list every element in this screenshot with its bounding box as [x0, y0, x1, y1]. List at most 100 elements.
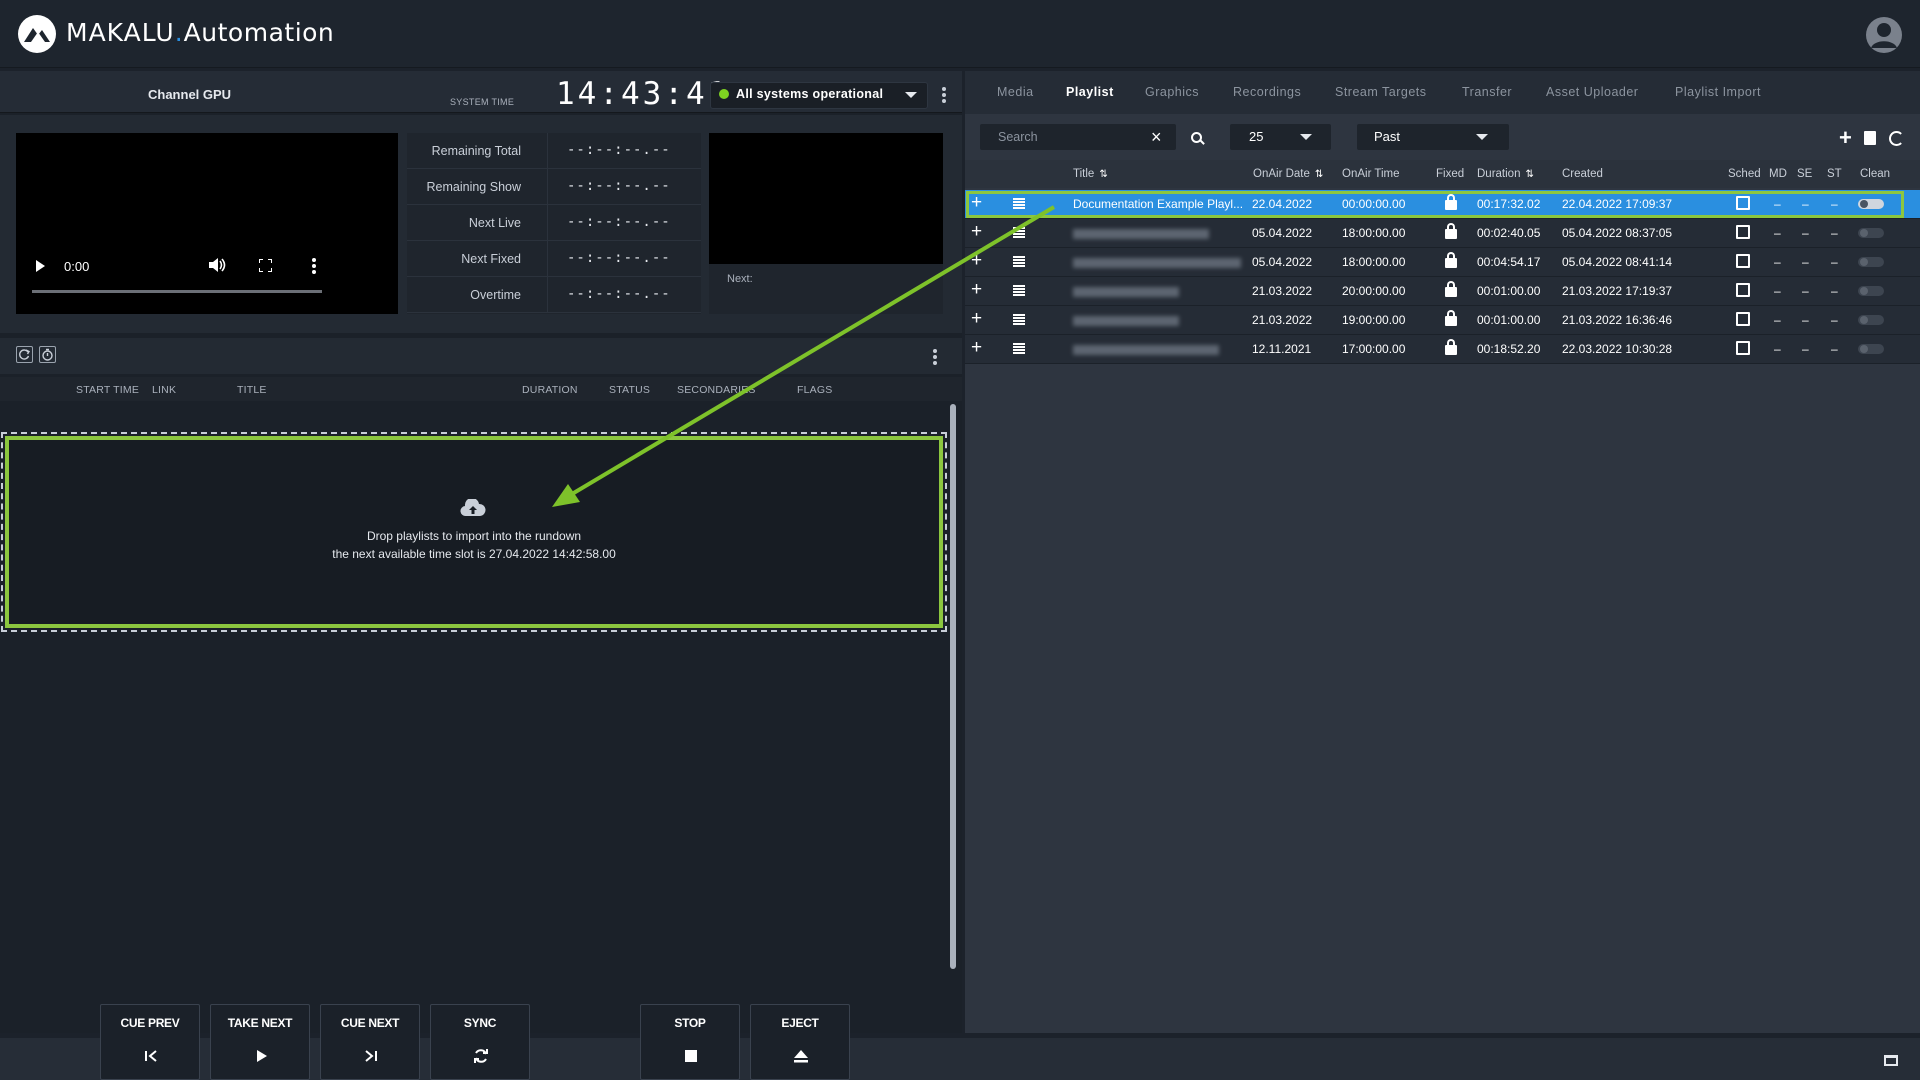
list-icon[interactable] [1013, 314, 1025, 325]
chevron-down-icon[interactable] [1300, 134, 1312, 140]
lock-icon[interactable] [1445, 339, 1457, 355]
eject-button[interactable]: EJECT [750, 1004, 850, 1080]
row-duration: 00:02:40.05 [1477, 226, 1541, 240]
add-playlist-icon[interactable]: + [1839, 127, 1852, 149]
col-link[interactable]: LINK [152, 384, 176, 396]
sort-icon[interactable]: ⇅ [1099, 169, 1107, 180]
lock-icon[interactable] [1445, 281, 1457, 297]
clean-toggle[interactable] [1858, 315, 1884, 325]
col-clean[interactable]: Clean [1860, 168, 1890, 180]
sort-icon[interactable]: ⇅ [1315, 169, 1323, 180]
video-menu-icon[interactable] [312, 258, 316, 274]
col-se[interactable]: SE [1797, 168, 1812, 180]
channel-menu-icon[interactable] [942, 87, 946, 103]
col-status[interactable]: STATUS [609, 384, 650, 396]
timer-label: Remaining Show [426, 180, 522, 194]
timer-value: --:--:--.-- [567, 250, 671, 266]
col-md[interactable]: MD [1769, 168, 1787, 180]
clean-toggle[interactable] [1858, 228, 1884, 238]
row-onair-time: 19:00:00.00 [1342, 313, 1406, 327]
row-onair-date: 05.04.2022 [1252, 226, 1313, 240]
timer-icon[interactable] [39, 346, 56, 363]
col-sched[interactable]: Sched [1728, 168, 1761, 180]
window-icon[interactable] [1884, 1055, 1898, 1066]
refresh-icon[interactable] [1889, 131, 1904, 146]
add-to-rundown-icon[interactable]: + [971, 221, 982, 243]
volume-icon[interactable] [209, 258, 226, 272]
chevron-down-icon[interactable] [905, 92, 917, 98]
timer-value: --:--:--.-- [567, 178, 671, 194]
add-to-rundown-icon[interactable]: + [971, 337, 982, 359]
stop-button[interactable]: STOP [640, 1004, 740, 1080]
lock-icon[interactable] [1445, 252, 1457, 268]
col-st[interactable]: ST [1827, 168, 1842, 180]
sched-checkbox[interactable] [1736, 225, 1750, 239]
clean-toggle[interactable] [1858, 257, 1884, 267]
add-to-rundown-icon[interactable]: + [971, 308, 982, 330]
seek-bar[interactable] [32, 290, 322, 293]
sched-checkbox[interactable] [1736, 283, 1750, 297]
col-secondaries[interactable]: SECONDARIES [677, 384, 756, 396]
col-duration[interactable]: Duration ⇅ [1477, 168, 1534, 180]
playlist-row[interactable]: + 05.04.2022 18:00:00.00 00:04:54.17 05.… [965, 248, 1920, 277]
tab-playlist[interactable]: Playlist [1066, 85, 1114, 99]
clear-icon[interactable]: × [1151, 128, 1162, 146]
sched-checkbox[interactable] [1736, 254, 1750, 268]
chevron-down-icon[interactable] [1476, 134, 1488, 140]
sched-checkbox[interactable] [1736, 341, 1750, 355]
playlist-row[interactable]: + 05.04.2022 18:00:00.00 00:02:40.05 05.… [965, 219, 1920, 248]
col-duration[interactable]: DURATION [522, 384, 578, 396]
col-title[interactable]: TITLE [237, 384, 267, 396]
user-avatar-icon[interactable] [1866, 17, 1902, 53]
list-icon[interactable] [1013, 227, 1025, 238]
delete-icon[interactable] [1864, 131, 1876, 145]
tab-asset-uploader[interactable]: Asset Uploader [1546, 85, 1638, 99]
tab-graphics[interactable]: Graphics [1145, 85, 1199, 99]
row-st: – [1831, 226, 1838, 240]
tab-playlist-import[interactable]: Playlist Import [1675, 85, 1761, 99]
sched-checkbox[interactable] [1736, 312, 1750, 326]
sync-button[interactable]: SYNC [430, 1004, 530, 1080]
lock-icon[interactable] [1445, 310, 1457, 326]
col-flags[interactable]: FLAGS [797, 384, 832, 396]
take-next-button[interactable]: TAKE NEXT [210, 1004, 310, 1080]
col-created[interactable]: Created [1562, 168, 1603, 180]
col-onair-time[interactable]: OnAir Time [1342, 168, 1400, 180]
rundown-scrollbar[interactable] [950, 404, 956, 969]
brand-main: MAKALU [66, 18, 175, 47]
playlist-row[interactable]: + 21.03.2022 20:00:00.00 00:01:00.00 21.… [965, 277, 1920, 306]
eject-label: EJECT [781, 1016, 819, 1030]
eject-icon [794, 1050, 808, 1063]
tab-media[interactable]: Media [997, 85, 1034, 99]
tab-transfer[interactable]: Transfer [1462, 85, 1512, 99]
fullscreen-icon[interactable] [258, 258, 273, 273]
add-to-rundown-icon[interactable]: + [971, 279, 982, 301]
tab-stream-targets[interactable]: Stream Targets [1335, 85, 1427, 99]
cue-prev-button[interactable]: CUE PREV [100, 1004, 200, 1080]
col-onair-date[interactable]: OnAir Date ⇅ [1253, 168, 1323, 180]
tab-recordings[interactable]: Recordings [1233, 85, 1301, 99]
lock-icon[interactable] [1445, 223, 1457, 239]
video-player[interactable] [16, 133, 398, 314]
clean-toggle[interactable] [1858, 344, 1884, 354]
clean-toggle[interactable] [1858, 286, 1884, 296]
col-fixed[interactable]: Fixed [1436, 168, 1464, 180]
row-se: – [1802, 284, 1809, 298]
playlist-row[interactable]: + 12.11.2021 17:00:00.00 00:18:52.20 22.… [965, 335, 1920, 364]
row-created: 21.03.2022 17:19:37 [1562, 284, 1673, 298]
row-onair-date: 21.03.2022 [1252, 313, 1313, 327]
reload-icon[interactable] [16, 346, 33, 363]
list-icon[interactable] [1013, 343, 1025, 354]
playlist-row[interactable]: + 21.03.2022 19:00:00.00 00:01:00.00 21.… [965, 306, 1920, 335]
col-title[interactable]: Title ⇅ [1073, 168, 1108, 180]
add-to-rundown-icon[interactable]: + [971, 250, 982, 272]
makalu-logo-icon [18, 15, 56, 53]
page-size-select[interactable] [1230, 124, 1331, 150]
list-icon[interactable] [1013, 256, 1025, 267]
rundown-menu-icon[interactable] [933, 349, 937, 365]
list-icon[interactable] [1013, 285, 1025, 296]
sort-icon[interactable]: ⇅ [1525, 169, 1533, 180]
cue-next-button[interactable]: CUE NEXT [320, 1004, 420, 1080]
play-icon[interactable] [36, 260, 45, 272]
col-start-time[interactable]: START TIME [76, 384, 139, 396]
